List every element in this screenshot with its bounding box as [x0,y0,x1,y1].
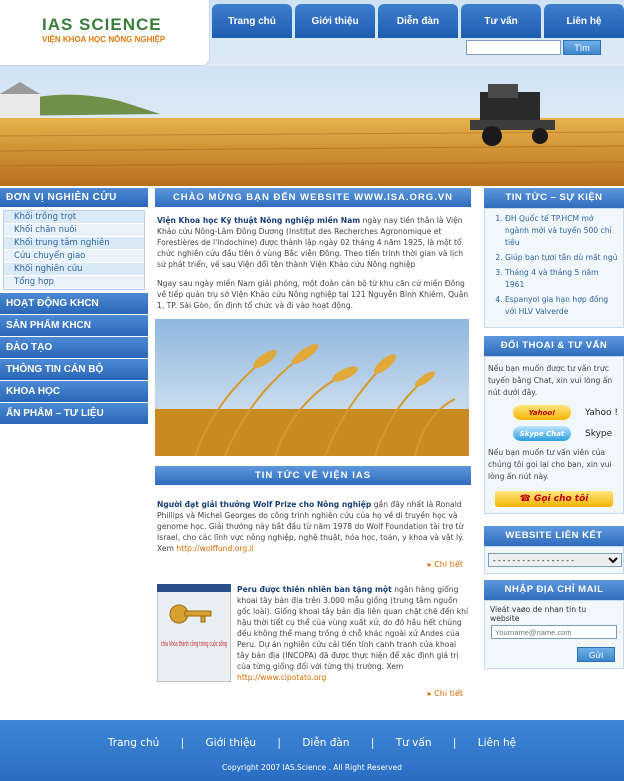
ias-news-heading: TIN TỨC VỀ VIỆN IAS [155,466,471,485]
call-me-button[interactable]: ☎ Gọi cho tôi [495,491,613,507]
second-paragraph: Ngay sau ngày miền Nam giải phóng, một đ… [157,279,469,310]
skype-label: Skype [585,428,613,439]
sidebar-item-products[interactable]: SẢN PHẨM KHCN [0,315,148,337]
yahoo-chat-button[interactable]: Yahoo! [513,405,571,420]
links-heading: WEBSITE LIÊN KẾT [484,526,624,546]
sidebar-subitem[interactable]: Cứu chuyển giao [4,250,144,263]
search-input[interactable] [466,40,561,55]
logo[interactable]: IAS SCIENCE VIỆN KHOA HỌC NÔNG NGHIỆP [0,0,210,66]
footer: Trang chủ | Giới thiệu | Diễn đàn | Tư v… [0,720,624,781]
book-cover-image: chìa khóa thành công trong cuộc sống [157,584,231,682]
news-item-1: Người đạt giải thưởng Wolf Prize cho Nôn… [157,499,469,570]
book-cover-title: chìa khóa thành công trong cuộc sống [161,640,227,648]
sidebar-item-publications[interactable]: ẤN PHẨM – TƯ LIỆU [0,403,148,425]
phone-icon: ☎ [519,494,534,504]
events-list: ĐH Quốc tế TP.HCM mở ngành mới và tuyển … [484,208,624,328]
topnav-forum[interactable]: Diễn đàn [378,4,458,38]
research-units-heading: ĐƠN VỊ NGHIÊN CỨU [0,188,148,208]
list-item[interactable]: Espanyol gia hạn hợp đồng với HLV Valver… [505,294,619,318]
more-detail-link[interactable]: Chi tiết [157,559,463,570]
topnav-home[interactable]: Trang chủ [212,4,292,38]
footer-nav: Trang chủ | Giới thiệu | Diễn đàn | Tư v… [0,737,624,749]
chat-text: Nếu bạn muốn được tư vấn trực tuyến bằng… [488,364,613,397]
news-title[interactable]: Peru được thiên nhiên ban tặng một [237,585,392,594]
list-item[interactable]: Giúp bạn tươi tắn dù mất ngủ [505,252,619,264]
links-box: - - - - - - - - - - - - - - - - - [484,546,624,574]
list-item[interactable]: ĐH Quốc tế TP.HCM mở ngành mới và tuyển … [505,213,619,249]
footer-link-forum[interactable]: Diễn đàn [302,737,349,749]
email-label: Vieát vaøo de nhan tin tu website [490,605,587,623]
email-heading: NHẬP ĐỊA CHỈ MAIL [484,580,624,600]
sidebar-item-activities[interactable]: HOẠT ĐỘNG KHCN [0,293,148,315]
separator: | [370,737,375,749]
separator: | [277,737,281,749]
footer-link-home[interactable]: Trang chủ [108,737,159,749]
wheat-image [155,319,469,456]
sidebar-item-staff[interactable]: THÔNG TIN CÁN BỘ [0,359,148,381]
right-sidebar: TIN TỨC – SỰ KIỆN ĐH Quốc tế TP.HCM mở n… [484,188,624,669]
footer-link-consult[interactable]: Tư vấn [396,737,432,749]
sidebar-subitem[interactable]: Khối chăn nuôi [4,224,144,237]
yahoo-label: Yahoo ! [585,407,618,418]
search-bar: Tìm [466,40,601,55]
topnav-contact[interactable]: Liên hệ [544,4,624,38]
list-item[interactable]: Tháng 4 và tháng 5 năm 1961 [505,267,619,291]
news-item-2: chìa khóa thành công trong cuộc sống Per… [157,584,469,699]
call-me-label: Gọi cho tôi [533,494,589,504]
news-title[interactable]: Người đạt giải thưởng Wolf Prize cho Nôn… [157,500,371,509]
intro-bold: Viện Khoa học Kỹ thuật Nông nghiệp miền … [157,216,361,225]
left-sidebar: ĐƠN VỊ NGHIÊN CỨU Khối trồng trọt Khối c… [0,188,148,425]
email-box: Vieát vaøo de nhan tin tu website Gửi [484,600,624,669]
separator: | [180,737,185,749]
more-detail-link[interactable]: Chi tiết [157,688,463,699]
events-heading: TIN TỨC – SỰ KIỆN [484,188,624,208]
banner-image [0,66,624,186]
separator: | [452,737,457,749]
research-units-list: Khối trồng trọt Khối chăn nuôi Khối trun… [3,210,145,290]
topnav-about[interactable]: Giới thiệu [295,4,375,38]
footer-link-contact[interactable]: Liên hệ [478,737,516,749]
email-field[interactable] [491,625,617,639]
top-nav: Trang chủ Giới thiệu Diễn đàn Tư vấn Liê… [212,4,624,38]
footer-link-about[interactable]: Giới thiệu [206,737,257,749]
news-body: ngân hàng giống khoai tây bản địa trên 3… [237,585,469,671]
intro-paragraph: Viện Khoa học Kỹ thuật Nông nghiệp miền … [157,215,469,270]
news-link[interactable]: http://wolffund.org.il [176,544,253,553]
news-link[interactable]: http://www.cipotato.org [237,673,326,682]
sidebar-subitem[interactable]: Khối trung tâm nghiên [4,237,144,250]
chat-heading: ĐỐI THOẠI & TƯ VẤN [484,336,624,356]
logo-subtitle: VIỆN KHOA HỌC NÔNG NGHIỆP [42,35,166,44]
main-content: CHÀO MỪNG BẠN ĐẾN WEBSITE WWW.ISA.ORG.VN… [155,188,471,699]
call-text: Nếu bạn muốn tư vấn viên của chúng tôi g… [488,448,612,481]
send-button[interactable]: Gửi [577,647,615,662]
header: IAS SCIENCE VIỆN KHOA HỌC NÔNG NGHIỆP Tr… [0,0,624,186]
skype-chat-button[interactable]: Skype Chat [513,426,571,441]
website-links-select[interactable]: - - - - - - - - - - - - - - - - - [488,553,622,567]
search-button[interactable]: Tìm [563,40,601,55]
sidebar-item-training[interactable]: ĐÀO TẠO [0,337,148,359]
copyright: Copyright 2007 IAS.Science . All Right R… [222,763,402,772]
sidebar-subitem[interactable]: Khối trồng trọt [4,211,144,224]
logo-title: IAS SCIENCE [42,15,162,34]
chat-box: Nếu bạn muốn được tư vấn trực tuyến bằng… [484,356,624,514]
welcome-heading: CHÀO MỪNG BẠN ĐẾN WEBSITE WWW.ISA.ORG.VN [155,188,471,207]
topnav-consult[interactable]: Tư vấn [461,4,541,38]
sidebar-item-science[interactable]: KHOA HỌC [0,381,148,403]
sidebar-subitem[interactable]: Tổng hợp [4,276,144,289]
sidebar-subitem[interactable]: Khối nghiên cứu [4,263,144,276]
